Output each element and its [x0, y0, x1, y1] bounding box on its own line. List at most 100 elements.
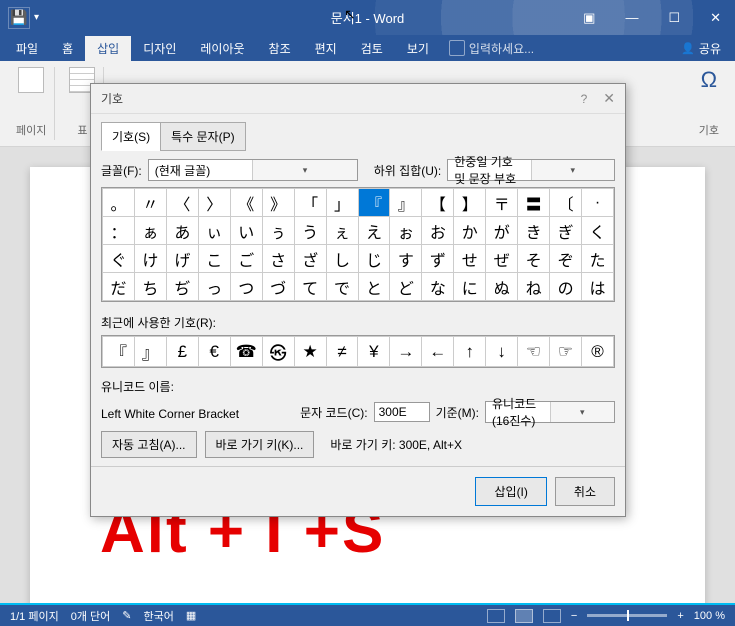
symbol-cell[interactable]: く: [582, 217, 614, 245]
recent-symbol-cell[interactable]: 』: [134, 337, 166, 367]
symbol-cell[interactable]: 〉: [198, 189, 230, 217]
symbol-cell[interactable]: ざ: [294, 245, 326, 273]
symbol-cell[interactable]: な: [422, 273, 454, 301]
symbol-cell[interactable]: 「: [294, 189, 326, 217]
symbol-cell[interactable]: ぐ: [103, 245, 135, 273]
autocorrect-button[interactable]: 자동 고침(A)...: [101, 431, 197, 458]
symbol-cell[interactable]: ず: [422, 245, 454, 273]
symbol-cell[interactable]: い: [230, 217, 262, 245]
symbol-cell[interactable]: ぬ: [486, 273, 518, 301]
symbol-cell[interactable]: つ: [230, 273, 262, 301]
tab-review[interactable]: 검토: [349, 36, 395, 61]
symbol-cell[interactable]: ち: [134, 273, 166, 301]
view-web-button[interactable]: [543, 609, 561, 623]
recent-symbol-cell[interactable]: ®: [581, 337, 613, 367]
status-words[interactable]: 0개 단어: [71, 608, 111, 624]
symbol-cell[interactable]: ぉ: [390, 217, 422, 245]
symbol-cell[interactable]: ね: [518, 273, 550, 301]
symbol-cell[interactable]: あ: [166, 217, 198, 245]
recent-symbol-cell[interactable]: ≠: [326, 337, 358, 367]
symbol-cell[interactable]: と: [358, 273, 390, 301]
view-print-button[interactable]: [515, 609, 533, 623]
symbol-cell[interactable]: 〓: [518, 189, 550, 217]
symbol-cell[interactable]: ぅ: [262, 217, 294, 245]
symbol-cell[interactable]: お: [422, 217, 454, 245]
dialog-help-button[interactable]: ?: [581, 92, 588, 106]
recent-symbol-cell[interactable]: ☎: [230, 337, 262, 367]
symbol-cell[interactable]: き: [518, 217, 550, 245]
recent-symbol-cell[interactable]: ←: [422, 337, 454, 367]
symbol-cell[interactable]: ご: [230, 245, 262, 273]
symbol-cell[interactable]: て: [294, 273, 326, 301]
symbol-cell[interactable]: こ: [198, 245, 230, 273]
symbol-cell[interactable]: う: [294, 217, 326, 245]
tab-layout[interactable]: 레이아웃: [188, 36, 256, 61]
tab-home[interactable]: 홈: [50, 36, 85, 61]
symbol-cell[interactable]: 〒: [486, 189, 518, 217]
recent-symbol-cell[interactable]: 『: [103, 337, 135, 367]
recent-symbol-cell[interactable]: →: [390, 337, 422, 367]
symbol-cell[interactable]: は: [582, 273, 614, 301]
dialog-tab-special[interactable]: 특수 문자(P): [160, 122, 246, 151]
symbol-cell[interactable]: だ: [103, 273, 135, 301]
symbol-cell[interactable]: 」: [326, 189, 358, 217]
insert-button[interactable]: 삽입(I): [475, 477, 546, 506]
qat-dropdown-icon[interactable]: ▾: [34, 12, 39, 23]
recent-symbol-cell[interactable]: €: [198, 337, 230, 367]
tell-me-input[interactable]: 입력하세요...: [449, 40, 534, 57]
symbol-cell[interactable]: し: [326, 245, 358, 273]
symbol-cell[interactable]: の: [550, 273, 582, 301]
recent-symbol-cell[interactable]: ↓: [486, 337, 518, 367]
tab-design[interactable]: 디자인: [131, 36, 188, 61]
recent-symbol-cell[interactable]: ☜: [518, 337, 550, 367]
symbol-cell[interactable]: ·: [582, 189, 614, 217]
recent-grid[interactable]: 『』£€☎㉿★≠¥→←↑↓☜☞®: [101, 335, 615, 368]
cancel-button[interactable]: 취소: [555, 477, 615, 506]
recent-symbol-cell[interactable]: ↑: [454, 337, 486, 367]
maximize-button[interactable]: ☐: [662, 6, 686, 30]
symbol-cell[interactable]: た: [582, 245, 614, 273]
symbol-cell[interactable]: ぜ: [486, 245, 518, 273]
status-macro-icon[interactable]: ▦: [186, 609, 196, 622]
symbol-cell[interactable]: ぁ: [134, 217, 166, 245]
symbol-cell[interactable]: 『: [358, 189, 390, 217]
symbol-cell[interactable]: ぢ: [166, 273, 198, 301]
symbol-cell[interactable]: ：: [103, 217, 135, 245]
ribbon-group-pages[interactable]: 페이지: [8, 67, 55, 140]
status-language[interactable]: 한국어: [143, 608, 173, 624]
dialog-close-button[interactable]: ✕: [603, 90, 615, 107]
symbol-cell[interactable]: え: [358, 217, 390, 245]
symbol-cell[interactable]: 【: [422, 189, 454, 217]
symbol-cell[interactable]: 《: [230, 189, 262, 217]
ribbon-group-symbol[interactable]: Ω 기호: [691, 67, 727, 140]
symbol-cell[interactable]: か: [454, 217, 486, 245]
symbol-cell[interactable]: け: [134, 245, 166, 273]
font-dropdown[interactable]: (현재 글꼴) ▾: [148, 159, 358, 181]
symbol-cell[interactable]: せ: [454, 245, 486, 273]
symbol-cell[interactable]: さ: [262, 245, 294, 273]
subset-dropdown[interactable]: 한중일 기호 및 문장 부호 ▾: [447, 159, 615, 181]
symbol-cell[interactable]: 》: [262, 189, 294, 217]
view-read-button[interactable]: [487, 609, 505, 623]
tab-references[interactable]: 참조: [257, 36, 303, 61]
symbol-cell[interactable]: ど: [390, 273, 422, 301]
symbol-cell[interactable]: っ: [198, 273, 230, 301]
symbol-cell[interactable]: ぎ: [550, 217, 582, 245]
symbol-cell[interactable]: す: [390, 245, 422, 273]
status-page[interactable]: 1/1 페이지: [10, 608, 59, 624]
tab-insert[interactable]: 삽입: [85, 36, 131, 61]
symbol-cell[interactable]: 〈: [166, 189, 198, 217]
recent-symbol-cell[interactable]: ☞: [550, 337, 582, 367]
symbol-cell[interactable]: に: [454, 273, 486, 301]
recent-symbol-cell[interactable]: ★: [294, 337, 326, 367]
symbol-grid[interactable]: 。〃〈〉《》「」『』【】〒〓〔·：ぁあぃいぅうぇえぉおかがきぎくぐけげこごさざし…: [101, 187, 615, 302]
symbol-cell[interactable]: ぞ: [550, 245, 582, 273]
symbol-cell[interactable]: 〃: [134, 189, 166, 217]
save-icon[interactable]: 💾: [8, 7, 30, 29]
tab-mailings[interactable]: 편지: [303, 36, 349, 61]
symbol-cell[interactable]: げ: [166, 245, 198, 273]
status-proofing-icon[interactable]: ✎: [122, 609, 131, 622]
recent-symbol-cell[interactable]: ㉿: [262, 337, 294, 367]
close-button[interactable]: ✕: [704, 6, 727, 30]
from-dropdown[interactable]: 유니코드(16진수) ▾: [485, 401, 615, 423]
